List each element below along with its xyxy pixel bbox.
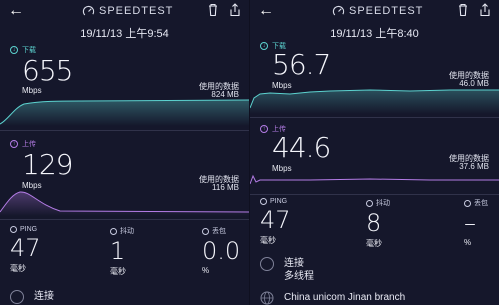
globe-icon <box>260 291 274 305</box>
jitter-label: 抖动 <box>120 228 134 235</box>
jitter-icon <box>110 227 117 235</box>
top-bar: ← SPEEDTEST <box>0 0 249 22</box>
ping-value: 47 <box>260 206 291 234</box>
connection-value: 多线程 <box>284 271 314 282</box>
ping-icon <box>260 198 267 205</box>
connection-label: 连接 <box>34 291 54 302</box>
upload-graph <box>250 174 499 185</box>
connection-icon <box>10 290 24 304</box>
test-timestamp: 19/11/13 上午9:54 <box>80 28 169 40</box>
jitter-value: 1 <box>110 237 126 265</box>
loss-unit: % <box>202 266 210 275</box>
upload-value: 44.6 <box>272 131 331 164</box>
test-timestamp: 19/11/13 上午8:40 <box>330 28 419 40</box>
jitter-stat: 抖动 1 毫秒 <box>110 226 134 277</box>
left-result-panel: ← SPEEDTEST 19/11/13 上午9:54 ↓ 下载 655 Mbp… <box>0 0 249 305</box>
jitter-unit: 毫秒 <box>366 239 382 248</box>
loss-icon <box>464 199 471 207</box>
trash-icon[interactable] <box>457 3 469 17</box>
connection-label: 连接 <box>284 258 304 269</box>
back-arrow-icon[interactable]: ← <box>258 2 274 20</box>
divider <box>0 130 249 131</box>
download-icon: ↓ <box>260 42 268 50</box>
download-unit: Mbps <box>22 86 42 95</box>
back-arrow-icon[interactable]: ← <box>8 2 24 20</box>
server-name: China unicom Jinan branch <box>284 292 406 303</box>
download-icon: ↓ <box>10 46 18 54</box>
jitter-label: 抖动 <box>376 200 390 207</box>
connection-row: 连接 <box>10 290 54 304</box>
upload-graph <box>0 191 249 216</box>
ping-stat: PING 47 毫秒 <box>10 226 41 274</box>
loss-stat: 丢包 0.0 % <box>202 226 240 275</box>
jitter-unit: 毫秒 <box>110 267 126 276</box>
jitter-value: 8 <box>366 209 382 237</box>
loss-value: – <box>464 209 476 237</box>
speedtest-logo-icon <box>332 5 345 18</box>
loss-value: 0.0 <box>202 237 241 265</box>
divider <box>250 117 499 118</box>
ping-icon <box>10 226 17 233</box>
connection-icon <box>260 257 274 271</box>
app-title: SPEEDTEST <box>99 5 174 17</box>
upload-icon: ↑ <box>260 125 268 133</box>
top-bar: ← SPEEDTEST <box>250 0 499 22</box>
upload-icon: ↑ <box>10 140 18 148</box>
download-graph <box>250 89 499 114</box>
ping-label: PING <box>20 226 38 233</box>
upload-value: 129 <box>22 148 73 181</box>
loss-label: 丢包 <box>212 228 226 235</box>
ping-value: 47 <box>10 234 41 262</box>
divider <box>250 194 499 195</box>
download-value: 56.7 <box>272 48 331 81</box>
connection-row: 连接 多线程 <box>260 257 314 283</box>
loss-label: 丢包 <box>474 200 488 207</box>
download-value: 655 <box>22 54 73 87</box>
app-title: SPEEDTEST <box>349 5 424 17</box>
loss-icon <box>202 227 209 235</box>
download-graph <box>0 99 249 126</box>
speedtest-logo-icon <box>82 5 95 18</box>
ping-unit: 毫秒 <box>260 236 276 245</box>
loss-stat: 丢包 – % <box>464 198 488 247</box>
share-icon[interactable] <box>229 3 241 17</box>
server-row: China unicom Jinan branch <box>260 291 405 305</box>
loss-unit: % <box>464 238 472 247</box>
ping-unit: 毫秒 <box>10 264 26 273</box>
share-icon[interactable] <box>479 3 491 17</box>
jitter-stat: 抖动 8 毫秒 <box>366 198 390 249</box>
right-result-panel: ← SPEEDTEST 19/11/13 上午8:40 ↓ 下载 56.7 Mb… <box>250 0 499 305</box>
jitter-icon <box>366 199 373 207</box>
divider <box>0 219 249 220</box>
trash-icon[interactable] <box>207 3 219 17</box>
ping-stat: PING 47 毫秒 <box>260 198 291 246</box>
ping-label: PING <box>270 198 288 205</box>
